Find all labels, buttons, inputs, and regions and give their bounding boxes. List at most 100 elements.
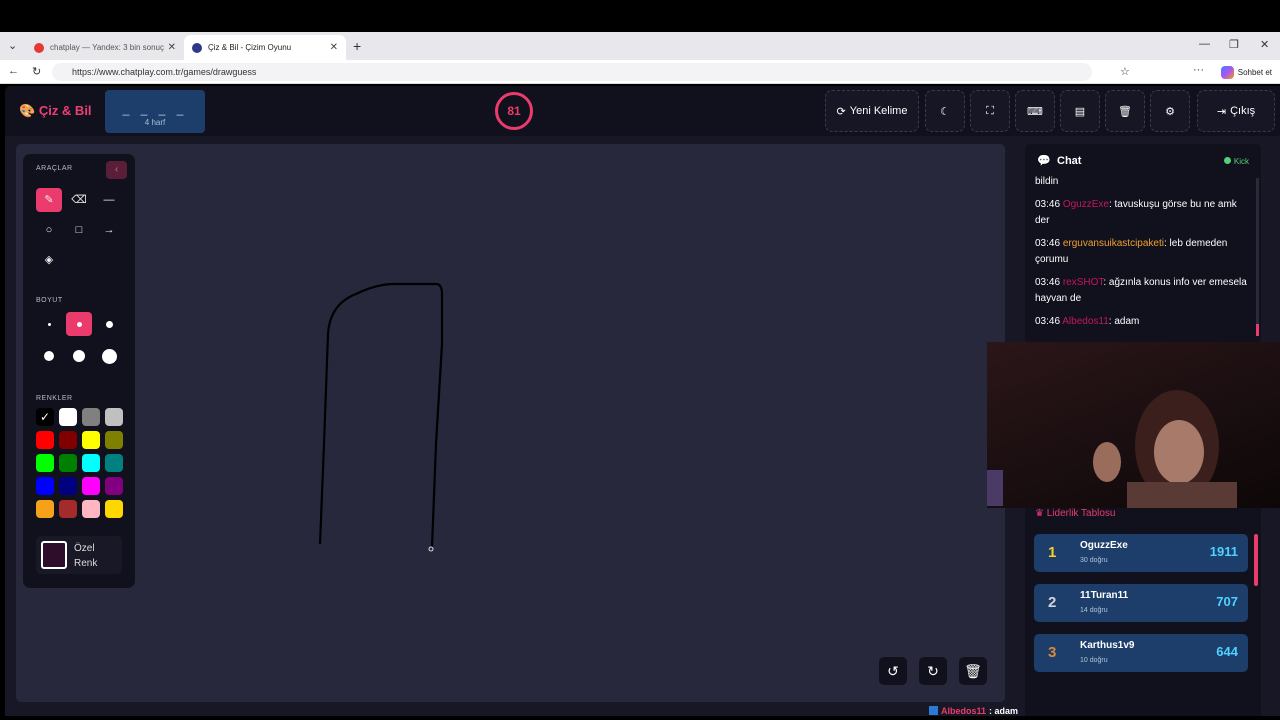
new-word-button[interactable]: ⟳ Yeni Kelime [825,90,919,132]
fill-tool[interactable]: ◈ [36,248,62,272]
size-option-1[interactable] [36,312,62,336]
message-user[interactable]: OguzzExe [1063,199,1109,210]
word-length: 4 harf [144,118,166,127]
new-word-label: Yeni Kelime [849,105,908,117]
color-swatch[interactable] [105,454,123,472]
close-window-icon[interactable]: ✕ [1260,38,1269,51]
new-tab-plus-icon[interactable]: + [353,38,361,54]
close-tab-icon[interactable]: ✕ [168,42,176,53]
rectangle-tool[interactable]: □ [66,218,92,242]
color-swatch[interactable]: ✓ [36,408,54,426]
color-swatch[interactable] [105,408,123,426]
leaderboard-points: 644 [1216,644,1238,659]
color-swatch[interactable] [36,477,54,495]
overlay-text: : adam [989,705,1019,716]
close-tab-icon[interactable]: ✕ [330,42,338,53]
leaderboard-title-text: Liderlik Tablosu [1046,508,1116,519]
brush-tool[interactable]: ✎ [36,188,62,212]
minimize-icon[interactable]: — [1199,38,1210,50]
size-option-6[interactable] [96,344,122,368]
line-tool[interactable]: — [96,188,122,212]
leaderboard-title: ♛ Liderlik Tablosu [1035,508,1116,519]
size-option-4[interactable] [36,344,62,368]
archive-button[interactable]: ▤ [1060,90,1100,132]
chat-header: 💬 Chat Kick [1025,144,1261,178]
color-swatch[interactable] [105,431,123,449]
color-swatch[interactable] [82,408,100,426]
url-field[interactable]: https://www.chatplay.com.tr/games/drawgu… [52,63,1092,81]
tab-list-chevron-icon[interactable]: ⌄ [8,39,17,52]
size-option-2[interactable] [66,312,92,336]
theme-toggle-button[interactable]: ☾ [925,90,965,132]
color-swatch[interactable] [82,431,100,449]
tools-section-label: ARAÇLAR [36,165,73,172]
message-user[interactable]: rexSHOT [1063,277,1104,288]
word-mask: _ _ _ _ [122,102,188,116]
chat-message: 03:46 Albedos11: adam [1035,314,1249,330]
eraser-tool[interactable]: ⌫ [66,188,92,212]
leaderboard-correct-count: 10 doğru [1080,657,1108,664]
streamer-webcam [987,342,1280,508]
more-menu-icon[interactable]: ··· [1193,64,1204,76]
copilot-label: Sohbet et [1237,67,1272,77]
leaderboard-row: 2 11Turan11 14 doğru 707 [1034,584,1248,622]
arrow-tool[interactable]: → [96,218,122,242]
color-swatch[interactable] [82,454,100,472]
tab-title: Çiz & Bil - Çizim Oyunu [208,43,292,52]
sign-out-icon: ⇥ [1216,105,1227,118]
color-swatch[interactable] [36,431,54,449]
message-time: 03:46 [1035,238,1063,249]
message-text: : adam [1108,316,1140,327]
archive-icon: ▤ [1074,105,1086,118]
delete-button[interactable]: 🗑 [1105,90,1145,132]
color-swatch[interactable] [105,477,123,495]
exit-button[interactable]: ⇥ Çıkış [1197,90,1275,132]
custom-color-preview [41,541,67,569]
stream-chat-overlay: Albedos11 : adam [929,704,1018,717]
yandex-favicon-icon [34,42,44,53]
favorite-star-icon[interactable]: ☆ [1120,65,1130,78]
color-swatch[interactable] [59,431,77,449]
copilot-button[interactable]: Sohbet et [1220,63,1272,81]
color-swatch[interactable] [82,477,100,495]
message-time: 03:46 [1035,277,1063,288]
color-swatch[interactable] [82,500,100,518]
collapse-panel-button[interactable]: ‹ [106,161,127,179]
redo-button[interactable]: ↻ [919,657,947,685]
color-swatch[interactable] [105,500,123,518]
size-option-5[interactable] [66,344,92,368]
leaderboard-points: 1911 [1209,544,1238,559]
reload-icon[interactable]: ↻ [32,65,41,78]
clear-canvas-button[interactable]: 🗑 [959,657,987,685]
circle-tool[interactable]: ○ [36,218,62,242]
color-swatch[interactable] [36,500,54,518]
colors-section-label: RENKLER [36,395,73,402]
brand[interactable]: 🎨 Çiz & Bil [19,103,92,119]
tab-cizbil[interactable]: Çiz & Bil - Çizim Oyunu ✕ [184,35,346,60]
restore-icon[interactable]: ❐ [1229,38,1239,51]
kick-label: Kick [1233,157,1249,166]
moon-icon: ☾ [940,105,950,118]
size-option-3[interactable] [96,312,122,336]
undo-button[interactable]: ↺ [879,657,907,685]
settings-button[interactable]: ⚙ [1150,90,1190,132]
chat-message: bildin [1035,174,1249,190]
message-user[interactable]: Albedos11 [1062,316,1109,327]
color-swatch[interactable] [59,500,77,518]
tab-yandex[interactable]: chatplay — Yandex: 3 bin sonuç bu ✕ [26,35,184,60]
eraser-icon: ⌫ [71,194,87,206]
chat-messages: bildin 03:46 OguzzExe: tavuskuşu görse bu… [1035,174,1249,337]
keyboard-button[interactable]: ⌨ [1015,90,1055,132]
back-arrow-icon[interactable]: ← [8,65,19,77]
color-swatch[interactable] [36,454,54,472]
chat-scrollbar[interactable] [1256,178,1259,336]
color-swatch[interactable] [59,477,77,495]
custom-color-button[interactable]: Özel Renk [36,536,122,574]
color-swatch[interactable] [59,408,77,426]
leaderboard-rank: 1 [1048,544,1057,561]
fullscreen-button[interactable]: ⛶ [970,90,1010,132]
leaderboard-scrollbar[interactable] [1254,534,1258,586]
message-user[interactable]: erguvansuikastcipaketi [1063,238,1164,249]
color-swatch[interactable] [59,454,77,472]
drawing-canvas[interactable] [16,144,1005,702]
